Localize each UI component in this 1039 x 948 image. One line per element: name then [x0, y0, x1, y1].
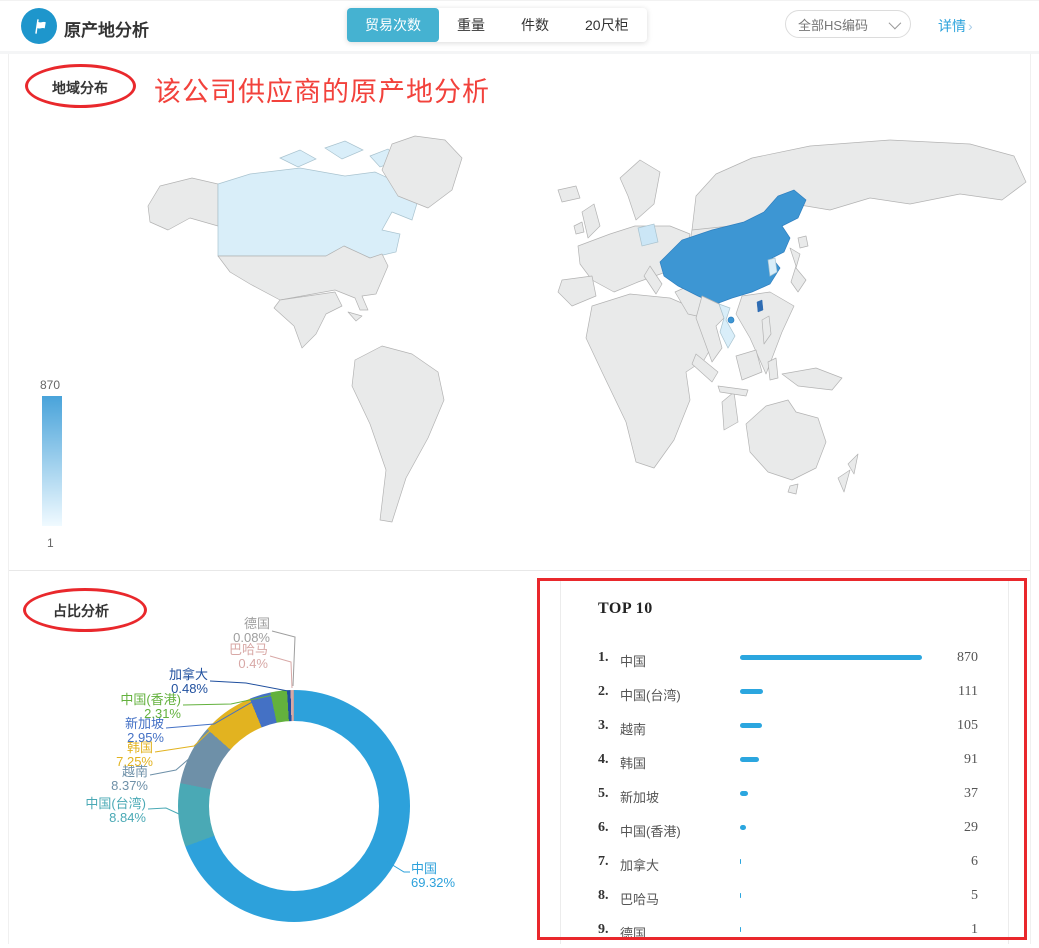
pie-label-德国: 德国0.08%: [175, 617, 270, 645]
visualmap-max-label: 870: [40, 378, 60, 392]
map-country-germany: [638, 224, 658, 246]
map-iceland: [558, 186, 580, 202]
tab-20尺柜[interactable]: 20尺柜: [567, 8, 647, 42]
map-tasmania: [788, 484, 798, 494]
pie-label-加拿大: 加拿大0.48%: [113, 668, 208, 696]
map-new-guinea: [782, 368, 842, 390]
hs-code-select-value: 全部HS编码: [798, 15, 868, 34]
map-new-zealand: [838, 454, 858, 492]
section-divider: [9, 570, 1030, 571]
hs-code-select[interactable]: 全部HS编码: [785, 10, 911, 38]
card-border-left: [8, 54, 9, 944]
pie-label-巴哈马: 巴哈马0.4%: [173, 643, 268, 671]
flag-icon: [29, 16, 49, 36]
page-title: 原产地分析: [64, 16, 149, 41]
donut-hole: [209, 721, 379, 891]
pie-label-中国(香港): 中国(香港)2.31%: [86, 693, 181, 721]
map-country-canada: [218, 168, 418, 258]
pie-label-越南: 越南8.37%: [53, 765, 148, 793]
map-ireland: [574, 222, 584, 234]
card-border-right: [1030, 54, 1031, 944]
red-annotation-text: 该公司供应商的原产地分析: [154, 70, 490, 109]
tab-重量[interactable]: 重量: [439, 8, 503, 42]
red-ellipse-annotation-region: [25, 64, 136, 108]
world-map-chart[interactable]: [130, 133, 1030, 565]
map-alaska: [148, 178, 218, 230]
map-south-america: [352, 346, 444, 522]
tab-贸易次数[interactable]: 贸易次数: [347, 8, 439, 42]
map-canada-arctic: [280, 150, 316, 167]
map-hokkaido: [798, 236, 808, 248]
red-rect-annotation-top10: [537, 578, 1027, 940]
map-sulawesi: [768, 358, 778, 380]
map-iberia: [558, 276, 596, 306]
visualmap-gradient-bar: [42, 396, 62, 526]
pie-label-中国: 中国69.32%: [411, 862, 506, 890]
map-scandinavia: [620, 160, 660, 220]
red-ellipse-annotation-pie: [23, 588, 147, 632]
tab-件数[interactable]: 件数: [503, 8, 567, 42]
map-cuba: [348, 312, 362, 321]
map-country-vietnam: [719, 304, 735, 348]
metric-tabbar: 贸易次数重量件数20尺柜: [347, 8, 647, 42]
map-uk: [582, 204, 600, 238]
map-hainan: [728, 317, 734, 323]
map-australia: [746, 400, 826, 480]
chevron-right-icon: ›: [968, 18, 973, 34]
pie-label-新加坡: 新加坡2.95%: [69, 717, 164, 745]
map-country-taiwan: [757, 300, 763, 312]
map-russia: [692, 140, 1026, 232]
map-japan: [790, 248, 806, 292]
pie-label-中国(台湾): 中国(台湾)8.84%: [51, 797, 146, 825]
app-logo: [21, 8, 57, 44]
detail-link[interactable]: 详情›: [938, 16, 973, 36]
header: 原产地分析 贸易次数重量件数20尺柜 全部HS编码 详情›: [0, 0, 1039, 51]
chevron-down-icon: [889, 16, 902, 29]
map-madagascar: [722, 392, 738, 430]
map-mexico: [274, 292, 342, 348]
pie-label-韩国: 韩国7.25%: [58, 741, 153, 769]
visualmap-min-label: 1: [47, 536, 54, 550]
map-canada-arctic: [325, 141, 363, 159]
world-map-svg: [130, 133, 1030, 565]
